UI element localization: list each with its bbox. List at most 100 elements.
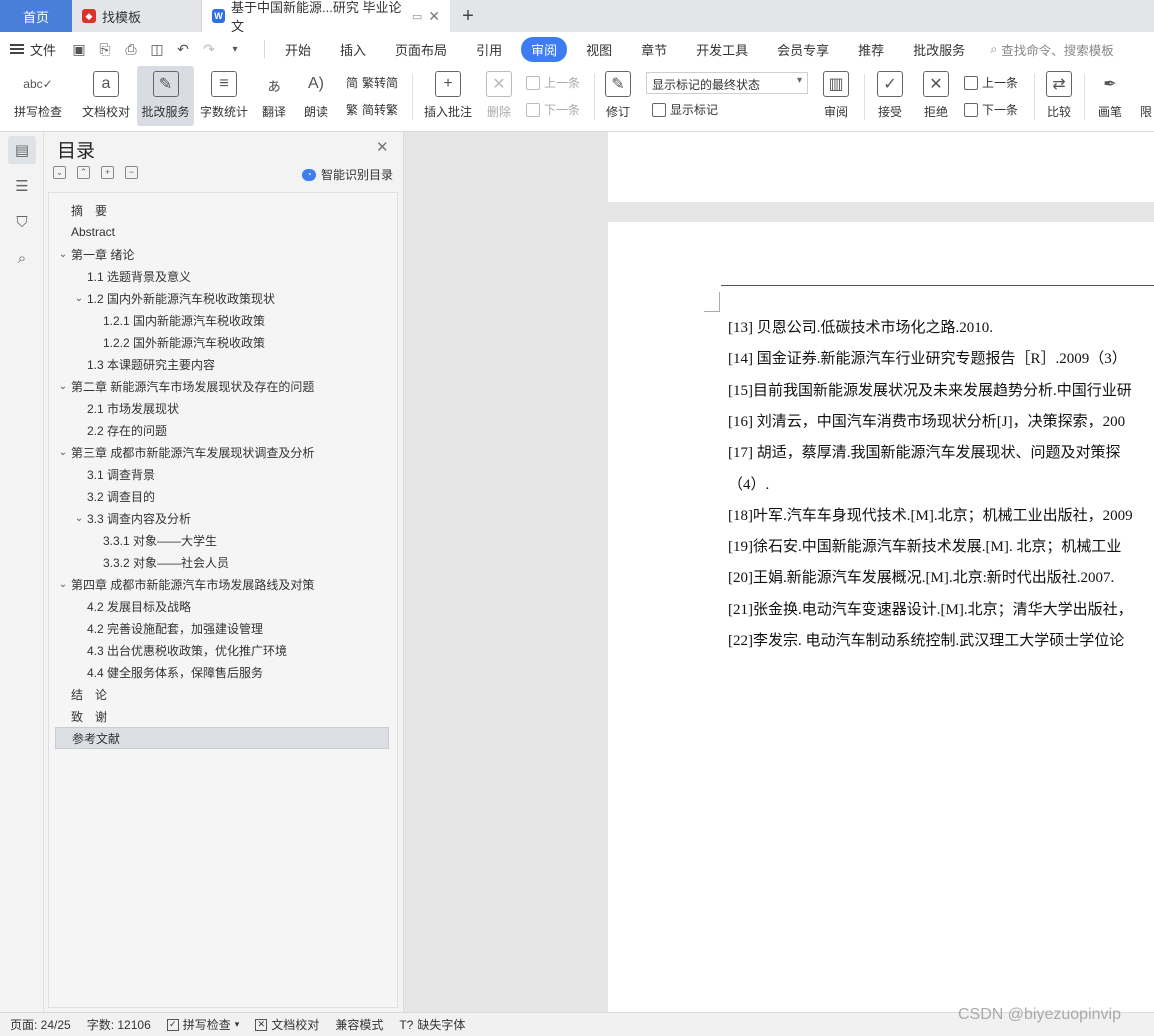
delete-comment-button[interactable]: ✕ 删除 xyxy=(480,66,518,126)
spell-check-button[interactable]: abc✓ 拼写检查 xyxy=(8,66,68,126)
tab-template[interactable]: ◆ 找模板 xyxy=(72,0,202,32)
search-icon[interactable]: ⌕ xyxy=(8,244,36,272)
toc-item[interactable]: 2.1 市场发展现状 xyxy=(55,397,389,419)
toc-item[interactable]: ⌄ 第四章 成都市新能源汽车市场发展路线及对策 xyxy=(55,573,389,595)
toc-item[interactable]: ⌄ 第三章 成都市新能源汽车发展现状调查及分析 xyxy=(55,441,389,463)
toc-item[interactable]: ⌄ 第一章 绪论 xyxy=(55,243,389,265)
toc-item[interactable]: 3.3.2 对象——社会人员 xyxy=(55,551,389,573)
toc-item[interactable]: 结 论 xyxy=(55,683,389,705)
toc-item[interactable]: 参考文献 xyxy=(55,727,389,749)
correction-service-button[interactable]: ✎ 批改服务 xyxy=(137,66,194,126)
status-doc-proof[interactable]: ✕ 文档校对 xyxy=(255,1016,319,1033)
translate-button[interactable]: ぁ 翻译 xyxy=(256,66,292,126)
toc-item[interactable]: 3.2 调查目的 xyxy=(55,485,389,507)
close-icon[interactable]: ✕ xyxy=(376,138,389,156)
word-count-indicator[interactable]: 字数: 12106 xyxy=(87,1016,151,1033)
outline-icon[interactable]: ☰ xyxy=(8,172,36,200)
preview-icon[interactable]: ◫ xyxy=(148,41,166,58)
close-icon[interactable]: ✕ xyxy=(428,8,440,25)
restrict-button[interactable]: 限 xyxy=(1138,66,1154,126)
insert-comment-button[interactable]: + 插入批注 xyxy=(420,66,476,126)
menu-view[interactable]: 视图 xyxy=(576,37,622,62)
toc-item[interactable]: 致 谢 xyxy=(55,705,389,727)
status-spell-check[interactable]: ✓ 拼写检查 ▾ xyxy=(166,1016,239,1033)
current-page[interactable]: [13] 贝恩公司.低碳技术市场化之路.2010. [14] 国金证券.新能源汽车… xyxy=(608,222,1154,1012)
track-changes-button[interactable]: ✎ 修订 xyxy=(600,66,636,126)
accept-button[interactable]: ✓ 接受 xyxy=(870,66,910,126)
toc-item[interactable]: 1.2.1 国内新能源汽车税收政策 xyxy=(55,309,389,331)
chevron-down-icon[interactable]: ⌄ xyxy=(57,381,69,392)
toc-item[interactable]: 4.4 健全服务体系，保障售后服务 xyxy=(55,661,389,683)
toc-item[interactable]: 4.2 完善设施配套，加强建设管理 xyxy=(55,617,389,639)
menu-review[interactable]: 审阅 xyxy=(521,36,568,62)
chevron-down-icon[interactable]: ⌄ xyxy=(73,513,85,524)
doc-proof-button[interactable]: a 文档校对 xyxy=(78,66,134,126)
toc-item[interactable]: 摘 要 xyxy=(55,199,389,221)
missing-font-button[interactable]: T? 缺失字体 xyxy=(399,1016,465,1033)
command-search[interactable]: ⌕ 查找命令、搜索模板 xyxy=(990,40,1114,59)
window-icon[interactable]: ▭ xyxy=(412,10,422,23)
toc-item[interactable]: ⌄ 第二章 新能源汽车市场发展现状及存在的问题 xyxy=(55,375,389,397)
add-icon[interactable]: + xyxy=(101,166,114,179)
toc-item[interactable]: 4.2 发展目标及战略 xyxy=(55,595,389,617)
compare-button[interactable]: ⇄ 比较 xyxy=(1040,66,1078,126)
toc-item-label: 2.2 存在的问题 xyxy=(87,423,168,438)
toc-toolbar: ⌄ ⌃ + − xyxy=(53,166,138,179)
tab-home[interactable]: 首页 xyxy=(0,0,72,32)
customize-icon[interactable]: ▾ xyxy=(226,44,244,55)
export-icon[interactable]: ⎘ xyxy=(96,41,114,58)
chevron-down-icon[interactable]: ⌄ xyxy=(57,249,69,260)
toc-item-label: 第三章 成都市新能源汽车发展现状调查及分析 xyxy=(71,445,315,460)
toc-item[interactable]: ⌄ 1.2 国内外新能源汽车税收政策现状 xyxy=(55,287,389,309)
collapse-icon[interactable]: ⌃ xyxy=(77,166,90,179)
read-aloud-button[interactable]: A) 朗读 xyxy=(300,66,332,126)
undo-icon[interactable]: ↶ xyxy=(174,41,192,58)
remove-icon[interactable]: − xyxy=(125,166,138,179)
tab-document[interactable]: W 基于中国新能源...研究 毕业论文 ▭ ✕ xyxy=(202,0,450,34)
word-count-button[interactable]: ≡ 字数统计 xyxy=(198,66,250,126)
save-icon[interactable]: ▣ xyxy=(70,41,88,58)
reject-button[interactable]: ✕ 拒绝 xyxy=(916,66,956,126)
menu-developer[interactable]: 开发工具 xyxy=(686,37,758,62)
toc-item[interactable]: 2.2 存在的问题 xyxy=(55,419,389,441)
pen-button[interactable]: ✒ 画笔 xyxy=(1092,66,1128,126)
print-icon[interactable]: ⎙ xyxy=(122,41,140,58)
prev-comment-button[interactable]: 上一条 xyxy=(526,74,580,91)
markup-state-select[interactable]: 显示标记的最终状态 xyxy=(646,72,808,94)
new-tab-button[interactable]: + xyxy=(450,0,486,32)
smart-toc-button[interactable]: ◔ 智能识别目录 xyxy=(302,166,393,183)
toc-item[interactable]: ⌄ 3.3 调查内容及分析 xyxy=(55,507,389,529)
menu-insert[interactable]: 插入 xyxy=(330,37,376,62)
menu-section[interactable]: 章节 xyxy=(631,37,677,62)
menu-member[interactable]: 会员专享 xyxy=(767,37,839,62)
chevron-down-icon[interactable]: ⌄ xyxy=(73,293,85,304)
toc-item[interactable]: 3.3.1 对象——大学生 xyxy=(55,529,389,551)
trad-to-simp-label: 繁转简 xyxy=(362,76,399,90)
redo-icon[interactable]: ↷ xyxy=(200,41,218,58)
toc-item[interactable]: 1.2.2 国外新能源汽车税收政策 xyxy=(55,331,389,353)
review-pane-button[interactable]: ▥ 审阅 xyxy=(816,66,856,126)
next-change-button[interactable]: 下一条 xyxy=(964,101,1018,118)
show-markup-button[interactable]: 显示标记 xyxy=(652,101,718,118)
expand-icon[interactable]: ⌄ xyxy=(53,166,66,179)
prev-change-button[interactable]: 上一条 xyxy=(964,74,1018,91)
next-comment-button[interactable]: 下一条 xyxy=(526,101,580,118)
menu-references[interactable]: 引用 xyxy=(466,37,512,62)
bookmark-icon[interactable]: ⛉ xyxy=(8,208,36,236)
toc-panel-icon[interactable]: ▤ xyxy=(8,136,36,164)
toc-item[interactable]: 1.3 本课题研究主要内容 xyxy=(55,353,389,375)
menu-start[interactable]: 开始 xyxy=(275,37,321,62)
toc-item[interactable]: 3.1 调查背景 xyxy=(55,463,389,485)
file-menu[interactable]: 文件 xyxy=(10,40,56,59)
toc-item[interactable]: 1.1 选题背景及意义 xyxy=(55,265,389,287)
trad-to-simp-button[interactable]: 简繁转简 xyxy=(346,74,398,91)
toc-item[interactable]: Abstract xyxy=(55,221,389,243)
page-indicator[interactable]: 页面: 24/25 xyxy=(10,1016,71,1033)
menu-layout[interactable]: 页面布局 xyxy=(385,37,457,62)
menu-recommend[interactable]: 推荐 xyxy=(848,37,894,62)
chevron-down-icon[interactable]: ⌄ xyxy=(57,579,69,590)
toc-item[interactable]: 4.3 出台优惠税收政策，优化推广环境 xyxy=(55,639,389,661)
chevron-down-icon[interactable]: ⌄ xyxy=(57,447,69,458)
menu-correction[interactable]: 批改服务 xyxy=(903,37,975,62)
simp-to-trad-button[interactable]: 繁简转繁 xyxy=(346,101,398,118)
